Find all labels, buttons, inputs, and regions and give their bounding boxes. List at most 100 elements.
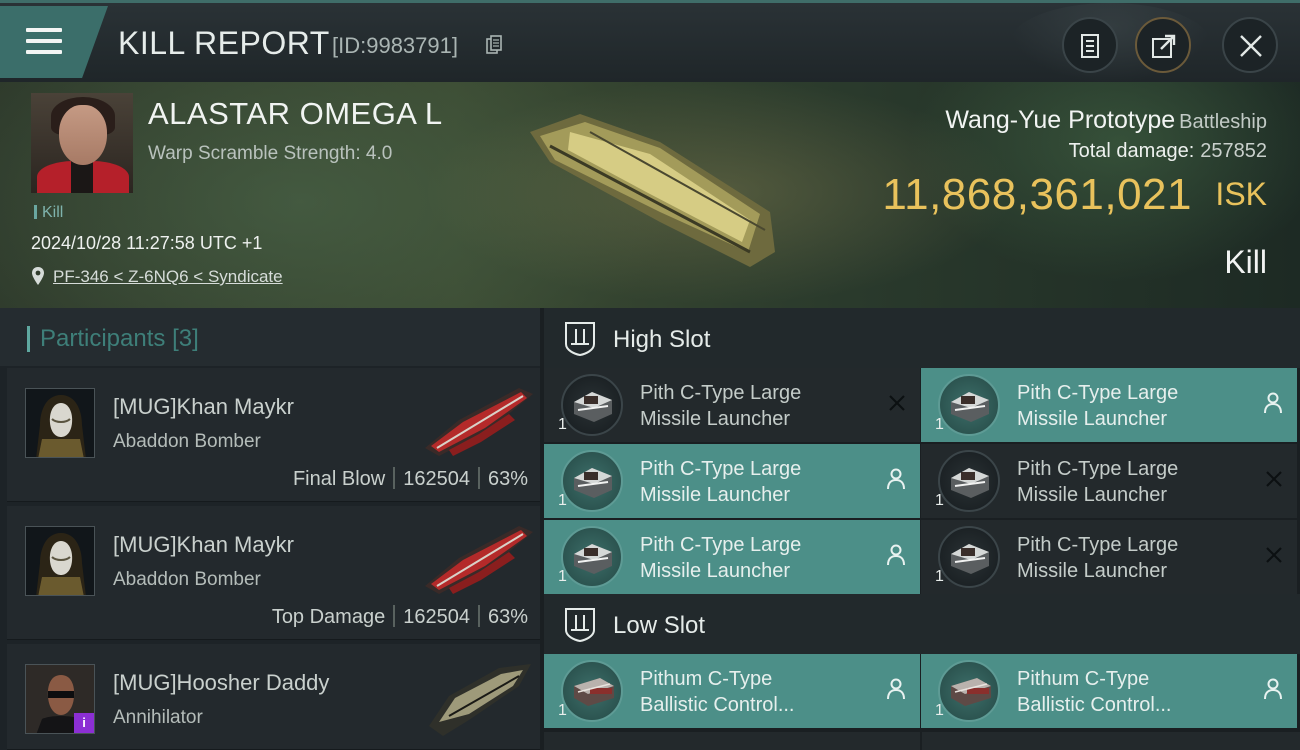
participant-ship-image — [425, 388, 533, 456]
participant-ship-image — [429, 664, 531, 736]
fitting-panel: High Slot 1 Pith C-Type Large Missile Laun… — [540, 308, 1300, 750]
clipboard-button[interactable] — [1062, 17, 1118, 73]
dropped-person-icon — [1264, 392, 1282, 414]
total-damage: Total damage: 257852 — [1069, 140, 1267, 163]
module-name-line2: Ballistic Control... — [1017, 694, 1172, 716]
module-image — [574, 544, 612, 574]
copy-icon[interactable] — [486, 35, 502, 55]
participant-avatar — [25, 388, 95, 458]
high-slot-module[interactable]: 1 Pith C-Type Large Missile Launcher — [921, 444, 1297, 518]
isk-value: 11,868,361,021 — [882, 170, 1192, 219]
participant-ship: Abaddon Bomber — [113, 569, 261, 590]
participant-avatar: i — [25, 664, 95, 734]
module-name: Pithum C-Type Ballistic Control... — [640, 666, 870, 718]
module-icon — [561, 660, 623, 722]
high-slot-module[interactable]: 1 Pith C-Type Large Missile Launcher — [544, 368, 920, 442]
participant-row[interactable]: [MUG]Khan Maykr Abaddon Bomber Final Blo… — [7, 368, 540, 502]
high-slot-module[interactable]: 1 Pith C-Type Large Missile Launcher — [544, 520, 920, 594]
participant-row[interactable]: i [MUG]Hoosher Daddy Annihilator — [7, 644, 540, 750]
participant-name: [MUG]Khan Maykr — [113, 394, 294, 419]
module-name-line2: Missile Launcher — [640, 484, 791, 506]
module-name-line1: Pith C-Type Large — [640, 458, 802, 480]
participants-header: Participants [3] — [0, 308, 540, 366]
total-damage-label: Total damage: — [1068, 140, 1195, 162]
module-icon — [938, 660, 1000, 722]
partial-module-row — [544, 732, 1300, 750]
participant-percent: 63% — [487, 606, 528, 628]
module-name-line1: Pithum C-Type — [1017, 668, 1150, 690]
module-image — [574, 678, 614, 706]
low-slot-header: Low Slot — [544, 594, 1300, 654]
module-name-line2: Missile Launcher — [1017, 484, 1168, 506]
module-name-line2: Ballistic Control... — [640, 694, 795, 716]
high-slot-module[interactable]: 1 Pith C-Type Large Missile Launcher — [544, 444, 920, 518]
participant-role: Final Blow — [292, 468, 386, 490]
high-slot-header: High Slot — [544, 308, 1300, 368]
module-name-line2: Missile Launcher — [1017, 560, 1168, 582]
module-name-line1: Pith C-Type Large — [640, 534, 802, 556]
module-quantity: 1 — [558, 416, 567, 433]
destroyed-x-icon — [1266, 471, 1282, 487]
participant-avatar — [25, 526, 95, 596]
isk-unit: ISK — [1215, 176, 1267, 212]
module-name: Pith C-Type Large Missile Launcher — [1017, 380, 1247, 432]
page-title: KILL REPORT — [118, 25, 330, 61]
module-name: Pith C-Type Large Missile Launcher — [640, 532, 870, 584]
module-name-line1: Pith C-Type Large — [1017, 382, 1179, 404]
participant-stats: Final Blow 162504 63% — [293, 467, 528, 491]
location-link[interactable]: PF-346 < Z-6NQ6 < Syndicate — [53, 267, 283, 287]
total-damage-value: 257852 — [1200, 140, 1267, 162]
low-slot-module[interactable]: 1 Pithum C-Type Ballistic Control... — [921, 654, 1297, 728]
high-slot-module[interactable]: 1 Pith C-Type Large Missile Launcher — [921, 368, 1297, 442]
high-slot-icon — [565, 322, 595, 356]
report-id: [ID:9983791] — [332, 33, 458, 58]
module-quantity: 1 — [935, 568, 944, 585]
ship-class: Battleship — [1179, 111, 1267, 133]
menu-button[interactable] — [0, 6, 108, 78]
victim-banner: ALASTAR OMEGA L Warp Scramble Strength: … — [0, 82, 1300, 308]
module-quantity: 1 — [558, 702, 567, 719]
module-image — [574, 392, 612, 422]
participant-damage: 162504 — [403, 606, 470, 628]
module-image — [951, 392, 989, 422]
module-quantity: 1 — [935, 702, 944, 719]
participants-panel: Participants [3] [MUG]Khan Maykr Abaddon… — [0, 308, 540, 750]
module-image — [951, 544, 989, 574]
kill-tag: Kill — [34, 204, 63, 222]
module-quantity: 1 — [935, 416, 944, 433]
module-icon — [561, 526, 623, 588]
share-icon — [1152, 34, 1176, 58]
share-button[interactable] — [1135, 17, 1191, 73]
module-icon — [938, 374, 1000, 436]
victim-portrait[interactable] — [31, 93, 133, 193]
victim-name[interactable]: ALASTAR OMEGA L — [148, 96, 443, 132]
participant-ship: Abaddon Bomber — [113, 431, 261, 452]
high-slot-module[interactable]: 1 Pith C-Type Large Missile Launcher — [921, 520, 1297, 594]
module-icon — [561, 450, 623, 512]
kill-timestamp: 2024/10/28 11:27:58 UTC +1 — [31, 233, 263, 253]
result-label: Kill — [1224, 244, 1267, 280]
dropped-person-icon — [1264, 678, 1282, 700]
participants-title: Participants [3] — [40, 325, 199, 352]
participant-percent: 63% — [487, 468, 528, 490]
close-icon — [1240, 35, 1262, 57]
module-icon — [938, 450, 1000, 512]
module-icon — [561, 374, 623, 436]
warp-scramble-strength: Warp Scramble Strength: 4.0 — [148, 143, 393, 164]
module-name: Pith C-Type Large Missile Launcher — [640, 380, 870, 432]
participants-count: [3] — [172, 325, 199, 352]
participant-row[interactable]: [MUG]Khan Maykr Abaddon Bomber Top Damag… — [7, 506, 540, 640]
participant-name: [MUG]Khan Maykr — [113, 532, 294, 557]
dropped-person-icon — [887, 544, 905, 566]
module-name-line2: Missile Launcher — [1017, 408, 1168, 430]
close-button[interactable] — [1222, 17, 1278, 73]
module-image — [951, 468, 989, 498]
module-name: Pith C-Type Large Missile Launcher — [1017, 456, 1247, 508]
module-quantity: 1 — [935, 492, 944, 509]
low-slot-icon — [565, 608, 595, 642]
module-image — [574, 468, 612, 498]
victim-ship-name[interactable]: Wang-Yue Prototype Battleship — [945, 106, 1267, 135]
low-slot-module[interactable]: 1 Pithum C-Type Ballistic Control... — [544, 654, 920, 728]
participant-ship-image — [425, 526, 533, 594]
module-quantity: 1 — [558, 568, 567, 585]
